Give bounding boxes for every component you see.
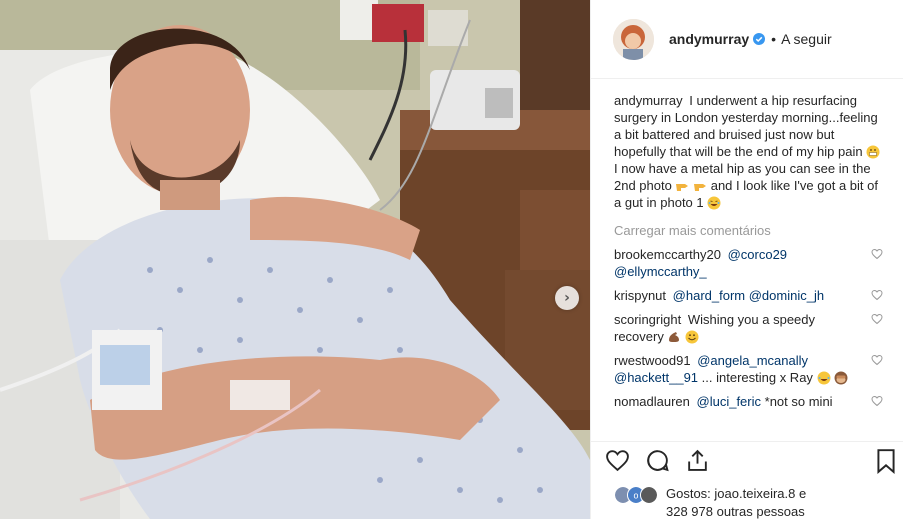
liker-avatars: o bbox=[614, 486, 658, 504]
pointing-right-emoji-icon bbox=[676, 184, 689, 191]
post-photo[interactable]: › bbox=[0, 0, 590, 519]
grimacing-emoji-icon bbox=[866, 145, 880, 159]
comment-mention[interactable]: @ellymccarthy_ bbox=[614, 264, 707, 279]
hospital-photo bbox=[0, 0, 590, 519]
likes-connector: e bbox=[799, 486, 807, 501]
next-photo-button[interactable]: › bbox=[555, 286, 579, 310]
separator-dot: • bbox=[771, 31, 777, 47]
comment-username[interactable]: scoringright bbox=[614, 312, 681, 327]
avatar[interactable] bbox=[613, 18, 654, 60]
avatar[interactable] bbox=[640, 486, 658, 504]
comment-mention[interactable]: @corco29 bbox=[728, 247, 787, 262]
likes-others-count[interactable]: 328 978 outras pessoas bbox=[666, 504, 805, 519]
like-comment-heart-icon[interactable] bbox=[871, 354, 883, 366]
comment-text: *not so mini bbox=[764, 394, 833, 409]
avatar-image bbox=[613, 18, 654, 60]
likes-prefix: Gostos: bbox=[666, 486, 711, 501]
verified-badge-icon bbox=[753, 33, 766, 45]
header-username[interactable]: andymurray bbox=[669, 31, 749, 47]
like-comment-heart-icon[interactable] bbox=[871, 395, 883, 407]
load-more-comments-button[interactable]: Carregar mais comentários bbox=[614, 222, 885, 239]
pointing-right-emoji-icon bbox=[694, 184, 707, 191]
caption-username[interactable]: andymurray bbox=[614, 93, 683, 108]
comment-mention[interactable]: @angela_mcanally bbox=[697, 353, 808, 368]
comment-item: scoringright Wishing you a speedy recove… bbox=[614, 311, 885, 345]
like-comment-heart-icon[interactable] bbox=[871, 289, 883, 301]
comment-item: brookemccarthy20 @corco29 @ellymccarthy_ bbox=[614, 246, 885, 280]
see-no-evil-monkey-emoji-icon bbox=[834, 371, 848, 385]
comment-item: krispynut @hard_form @dominic_jh bbox=[614, 287, 885, 304]
comment-item: nomadlauren @luci_feric *not so mini bbox=[614, 393, 885, 410]
comments-section: andymurray I underwent a hip resurfacing… bbox=[591, 79, 903, 441]
comment-mention[interactable]: @hard_form bbox=[673, 288, 745, 303]
like-comment-heart-icon[interactable] bbox=[871, 248, 883, 260]
like-comment-heart-icon[interactable] bbox=[871, 313, 883, 325]
share-icon bbox=[687, 449, 707, 471]
bookmark-icon[interactable] bbox=[873, 448, 899, 474]
comment-text: ... interesting x Ray bbox=[701, 370, 813, 385]
chevron-right-icon: › bbox=[564, 290, 570, 306]
comment-username[interactable]: brookemccarthy20 bbox=[614, 247, 721, 262]
comment-mention[interactable]: @luci_feric bbox=[697, 394, 762, 409]
post-header: andymurray • A seguir bbox=[591, 0, 903, 79]
smiling-emoji-icon bbox=[685, 330, 699, 344]
following-button[interactable]: A seguir bbox=[781, 31, 832, 47]
post-caption: andymurray I underwent a hip resurfacing… bbox=[614, 92, 885, 211]
comment-username[interactable]: rwestwood91 bbox=[614, 353, 691, 368]
like-button[interactable] bbox=[603, 447, 631, 475]
comment-username[interactable]: nomadlauren bbox=[614, 394, 690, 409]
likes-text: Gostos: joao.teixeira.8 e 328 978 outras… bbox=[666, 485, 806, 519]
post-side-panel: andymurray • A seguir andymurray I under… bbox=[590, 0, 903, 519]
comment-mention[interactable]: @dominic_jh bbox=[749, 288, 824, 303]
comment-icon bbox=[646, 450, 669, 472]
likes-summary: o Gostos: joao.teixeira.8 e 328 978 outr… bbox=[591, 479, 903, 519]
svg-text:o: o bbox=[634, 491, 639, 501]
first-liker-username[interactable]: joao.teixeira.8 bbox=[714, 486, 795, 501]
instagram-post: › andymurray • A seguir andymurray I und… bbox=[0, 0, 903, 519]
post-actions-bar bbox=[591, 441, 903, 479]
heart-icon bbox=[605, 450, 629, 472]
comment-username[interactable]: krispynut bbox=[614, 288, 666, 303]
flexed-biceps-emoji-icon bbox=[669, 332, 680, 342]
laughing-emoji-icon bbox=[707, 196, 721, 210]
comment-mention[interactable]: @hackett__91 bbox=[614, 370, 698, 385]
share-button[interactable] bbox=[683, 447, 711, 475]
laughing-emoji-icon bbox=[817, 371, 831, 385]
comment-item: rwestwood91 @angela_mcanally @hackett__9… bbox=[614, 352, 885, 386]
comment-button[interactable] bbox=[643, 447, 671, 475]
